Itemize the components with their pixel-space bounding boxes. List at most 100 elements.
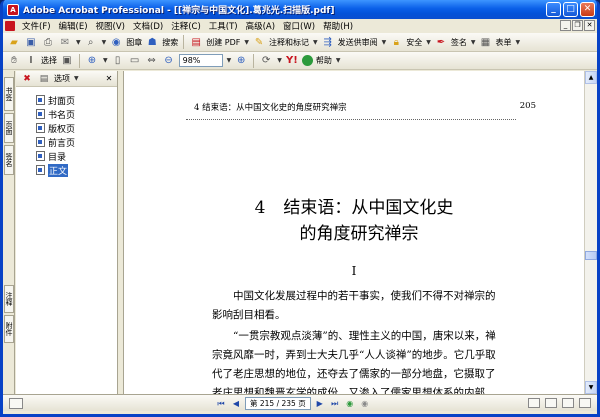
doc-close-button[interactable]: ✕ [584, 20, 595, 31]
menu-document[interactable]: 文档(D) [129, 20, 167, 32]
bookmarks-panel-header: ✖ ▤ 选项 ▼ ✕ [16, 71, 117, 87]
bookmark-new-icon[interactable]: ▤ [37, 72, 51, 86]
next-view-icon[interactable]: ◉ [359, 398, 371, 410]
tab-bookmarks[interactable]: 书签 [4, 77, 14, 111]
bookmark-label: 封面页 [48, 96, 76, 107]
bookmark-item[interactable]: 封面页 [36, 93, 117, 107]
zoom-dropdown-icon[interactable]: ▼ [227, 57, 232, 64]
security-dropdown-icon[interactable]: ▼ [426, 39, 431, 46]
create-pdf-dropdown-icon[interactable]: ▼ [244, 39, 249, 46]
zoom-out-button-icon[interactable]: ⊖ [162, 54, 176, 68]
comment-label[interactable]: 注释和标记 [269, 37, 309, 48]
tab-comments[interactable]: 注释 [4, 285, 14, 313]
doc-restore-button[interactable]: ❐ [572, 20, 583, 31]
bookmark-item[interactable]: 目录 [36, 149, 117, 163]
review-dropdown-icon[interactable]: ▼ [382, 39, 387, 46]
comment-icon: ✎ [254, 36, 264, 48]
bookmark-item[interactable]: 前言页 [36, 135, 117, 149]
scroll-thumb[interactable] [585, 251, 597, 260]
close-button[interactable]: ✕ [580, 2, 595, 17]
search-people-icon: ☗ [147, 36, 157, 48]
sign-label[interactable]: 签名 [451, 37, 467, 48]
rotate-dropdown-icon[interactable]: ▼ [277, 57, 282, 64]
zoom-in-icon[interactable]: ⊕ [85, 54, 99, 68]
acrobat-app-icon: A [7, 3, 19, 16]
zoom-input[interactable]: 98% [178, 54, 223, 67]
bookmark-item[interactable]: 版权页 [36, 121, 117, 135]
form-icon: ▦ [480, 36, 491, 48]
continuous-page-icon[interactable] [545, 398, 557, 408]
menu-advanced[interactable]: 高级(A) [242, 20, 279, 32]
zoom-plus-icon[interactable]: ⊕ [234, 54, 248, 68]
menu-file[interactable]: 文件(F) [18, 20, 55, 32]
snapshot-icon[interactable]: ▣ [60, 54, 74, 68]
document-menu-icon[interactable] [5, 21, 15, 31]
fit-page-icon[interactable]: ▭ [128, 54, 142, 68]
zoom-tool-dropdown-icon[interactable]: ▼ [103, 57, 108, 64]
doc-minimize-button[interactable]: _ [560, 20, 571, 31]
comment-dropdown-icon[interactable]: ▼ [313, 39, 318, 46]
rotate-view-icon[interactable]: ⟳ [259, 54, 273, 68]
first-page-icon[interactable]: ⏮ [215, 398, 227, 410]
maximize-button[interactable]: □ [563, 2, 578, 17]
toolbar-separator [253, 53, 255, 68]
save-icon[interactable]: ▣ [24, 35, 38, 49]
title-bar[interactable]: A Adobe Acrobat Professional - [[禅宗与中国文化… [3, 0, 597, 19]
stamp-label[interactable]: 图章 [126, 37, 142, 48]
bookmark-label: 书名页 [48, 110, 76, 121]
bookmark-delete-icon[interactable]: ✖ [20, 72, 34, 86]
tab-signatures[interactable]: 签名 [4, 145, 14, 175]
document-view[interactable]: 4 结束语：从中国文化史的角度研究禅宗 205 4 结束语：从中国文化史 的角度研… [124, 71, 584, 394]
single-page-icon[interactable] [528, 398, 540, 408]
print-icon[interactable]: ⎙ [41, 35, 55, 49]
facing-pages-icon[interactable] [562, 398, 574, 408]
bookmark-item[interactable]: 书名页 [36, 107, 117, 121]
sign-dropdown-icon[interactable]: ▼ [471, 39, 476, 46]
window-title: Adobe Acrobat Professional - [[禅宗与中国文化].… [23, 6, 335, 16]
continuous-facing-icon[interactable] [579, 398, 591, 408]
hand-tool-icon[interactable]: ✋︎ [7, 54, 21, 68]
sign-pen-icon: ✒ [436, 36, 446, 48]
attach-dropdown-icon[interactable]: ▼ [102, 39, 107, 46]
email-icon[interactable]: ✉ [58, 35, 72, 49]
menu-view[interactable]: 视图(V) [92, 20, 129, 32]
scroll-down-button[interactable]: ▼ [585, 381, 597, 394]
menu-bar: 文件(F) 编辑(E) 视图(V) 文档(D) 注释(C) 工具(T) 高级(A… [3, 19, 597, 33]
form-label[interactable]: 表单 [496, 37, 512, 48]
toolbar-separator [79, 53, 80, 68]
email-dropdown-icon[interactable]: ▼ [76, 39, 81, 46]
attach-icon[interactable]: ⌕ [84, 35, 98, 49]
vertical-scrollbar[interactable]: ▲ ▼ [584, 71, 597, 394]
next-page-icon[interactable]: ▶ [314, 398, 326, 410]
fit-width-icon[interactable]: ⇔ [145, 54, 159, 68]
previous-page-icon[interactable]: ◀ [230, 398, 242, 410]
form-dropdown-icon[interactable]: ▼ [516, 39, 521, 46]
page-number-input[interactable]: 第 215 / 235 页 [245, 397, 311, 410]
menu-edit[interactable]: 编辑(E) [55, 20, 92, 32]
open-folder-icon[interactable]: ▰ [7, 35, 21, 49]
page-size-icon[interactable] [9, 398, 23, 409]
menu-help[interactable]: 帮助(H) [319, 20, 357, 32]
scroll-up-button[interactable]: ▲ [585, 71, 597, 84]
review-label[interactable]: 发送供审阅 [338, 37, 378, 48]
yahoo-icon[interactable]: Y! [285, 54, 299, 68]
select-tool-label[interactable]: 选择 [41, 55, 57, 66]
previous-view-icon[interactable]: ◉ [344, 398, 356, 410]
menu-tools[interactable]: 工具(T) [205, 20, 242, 32]
panel-close-icon[interactable]: ✕ [104, 74, 114, 84]
tab-attachments[interactable]: 附件 [4, 315, 14, 343]
options-menu-label[interactable]: 选项 [54, 73, 70, 84]
menu-comments[interactable]: 注释(C) [167, 20, 205, 32]
security-label[interactable]: 安全 [406, 37, 422, 48]
minimize-button[interactable]: _ [546, 2, 561, 17]
help-label[interactable]: 帮助 [316, 55, 332, 66]
actual-size-icon[interactable]: ▯ [111, 54, 125, 68]
tab-pages[interactable]: 页面 [4, 113, 14, 143]
last-page-icon[interactable]: ⏭ [329, 398, 341, 410]
create-pdf-label[interactable]: 创建 PDF [206, 37, 240, 48]
search-label[interactable]: 搜索 [162, 37, 178, 48]
help-dropdown-icon[interactable]: ▼ [336, 57, 341, 64]
options-dropdown-icon[interactable]: ▼ [74, 75, 79, 82]
bookmark-item-selected[interactable]: 正文 [36, 163, 117, 177]
menu-window[interactable]: 窗口(W) [279, 20, 319, 32]
